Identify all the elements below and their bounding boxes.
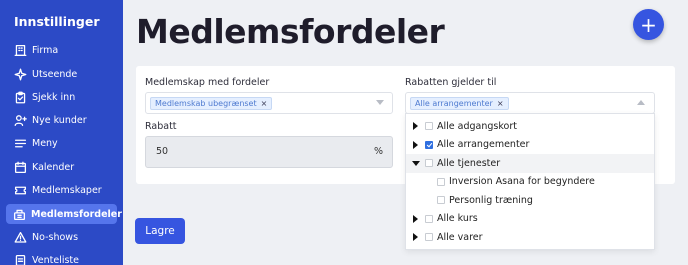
sidebar-item-label: Utseende xyxy=(32,68,78,80)
tag-remove-icon[interactable]: × xyxy=(497,99,504,108)
dropdown-option[interactable]: Alle varer xyxy=(406,228,654,247)
sidebar-item-label: Nye kunder xyxy=(32,114,87,126)
clipboard-check-icon xyxy=(13,90,27,104)
sidebar-item-medlemskaper[interactable]: Medlemskaper xyxy=(6,180,117,200)
page-title: Medlemsfordeler xyxy=(136,12,445,51)
membership-tag-label: Medlemskab ubegrænset xyxy=(155,99,257,108)
percent-unit: % xyxy=(373,146,383,157)
sidebar-item-firma[interactable]: Firma xyxy=(6,40,117,60)
discount-label: Rabatt xyxy=(145,121,177,132)
collapse-icon[interactable] xyxy=(412,160,420,166)
expand-icon[interactable] xyxy=(413,140,418,149)
checkbox[interactable] xyxy=(425,233,433,242)
option-label: Inversion Asana for begyndere xyxy=(449,176,595,188)
chevron-down-icon[interactable] xyxy=(376,100,384,105)
sidebar-item-label: Firma xyxy=(32,44,59,56)
membership-select[interactable]: Medlemskab ubegrænset × xyxy=(145,92,393,114)
checkbox[interactable] xyxy=(425,159,433,168)
membership-label: Medlemskap med fordeler xyxy=(145,77,270,88)
list-icon xyxy=(13,253,27,265)
checkbox[interactable] xyxy=(437,177,445,186)
checkbox[interactable] xyxy=(425,122,433,131)
sidebar-item-label: Sjekk inn xyxy=(32,91,76,103)
add-button[interactable]: + xyxy=(633,9,664,40)
sidebar-item-nye-kunder[interactable]: Nye kunder xyxy=(6,110,117,130)
sidebar-item-no-shows[interactable]: No-shows xyxy=(6,227,117,247)
sidebar-item-meny[interactable]: Meny xyxy=(6,133,117,153)
option-label: Alle adgangskort xyxy=(437,120,517,132)
option-label: Alle varer xyxy=(437,231,483,243)
sidebar: Innstillinger Firma Utseende Sjekk inn N… xyxy=(0,0,123,265)
membership-tag: Medlemskab ubegrænset × xyxy=(150,97,273,110)
sidebar-title: Innstillinger xyxy=(14,14,100,29)
option-label: Alle arrangementer xyxy=(437,139,530,151)
sidebar-item-label: Medlemsfordeler xyxy=(31,208,122,220)
user-plus-icon xyxy=(13,113,27,127)
tag-remove-icon[interactable]: × xyxy=(261,99,268,108)
expand-icon[interactable] xyxy=(413,214,418,223)
discount-value[interactable]: 50 xyxy=(156,146,168,157)
save-button[interactable]: Lagre xyxy=(135,218,185,244)
applies-label: Rabatten gjelder til xyxy=(405,77,497,88)
sidebar-item-venteliste[interactable]: Venteliste xyxy=(6,250,117,265)
sidebar-item-medlemsfordeler[interactable]: Medlemsfordeler xyxy=(6,204,122,224)
sidebar-item-label: No-shows xyxy=(32,231,79,243)
calendar-icon xyxy=(13,160,27,174)
dropdown-option[interactable]: Alle kurs xyxy=(406,210,654,229)
ticket-icon xyxy=(13,183,27,197)
applies-tag-label: Alle arrangementer xyxy=(415,99,493,108)
sidebar-item-label: Medlemskaper xyxy=(32,184,102,196)
dropdown-option[interactable]: Alle adgangskort xyxy=(406,117,654,136)
sidebar-item-utseende[interactable]: Utseende xyxy=(6,64,117,84)
expand-icon[interactable] xyxy=(413,122,418,131)
badge-icon xyxy=(13,207,26,221)
dropdown-option[interactable]: Alle arrangementer xyxy=(406,136,654,155)
applies-dropdown: Alle adgangskort Alle arrangementer Alle… xyxy=(405,113,655,250)
dropdown-option[interactable]: Alle tjenester xyxy=(406,154,654,173)
sidebar-item-kalender[interactable]: Kalender xyxy=(6,157,117,177)
dropdown-option[interactable]: Personlig træning xyxy=(406,191,654,210)
expand-icon[interactable] xyxy=(413,233,418,242)
applies-select[interactable]: Alle arrangementer × xyxy=(405,92,655,114)
checkbox[interactable] xyxy=(425,214,433,223)
checkbox-checked[interactable] xyxy=(425,140,433,149)
sparkle-icon xyxy=(13,67,27,81)
chevron-up-icon[interactable] xyxy=(637,100,645,105)
discount-input[interactable]: 50 % xyxy=(145,136,393,168)
sidebar-item-label: Venteliste xyxy=(32,254,79,265)
option-label: Alle kurs xyxy=(437,213,478,225)
sidebar-item-label: Kalender xyxy=(32,161,75,173)
sidebar-item-sjekk-inn[interactable]: Sjekk inn xyxy=(6,87,117,107)
option-label: Personlig træning xyxy=(449,194,533,206)
option-label: Alle tjenester xyxy=(437,157,501,169)
checkbox[interactable] xyxy=(437,196,445,205)
sidebar-item-label: Meny xyxy=(32,137,58,149)
building-icon xyxy=(13,43,27,57)
applies-tag: Alle arrangementer × xyxy=(410,97,509,110)
warning-icon xyxy=(13,230,27,244)
menu-icon xyxy=(13,136,27,150)
dropdown-option[interactable]: Inversion Asana for begyndere xyxy=(406,173,654,192)
